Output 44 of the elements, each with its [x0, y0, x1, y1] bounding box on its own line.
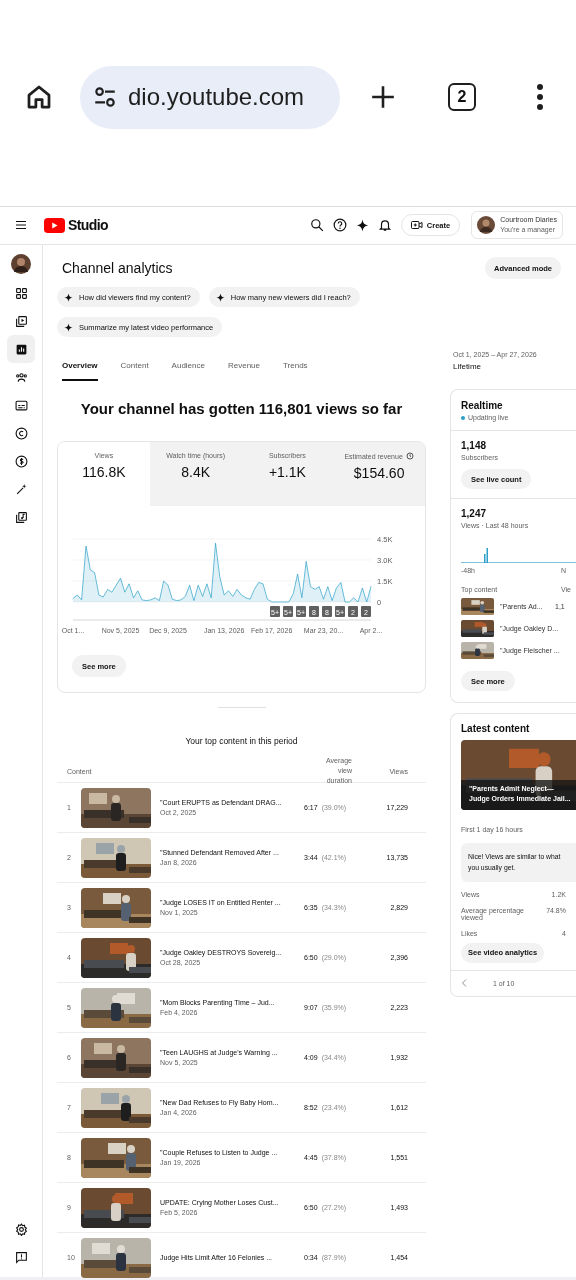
- page-title: Channel analytics: [62, 260, 173, 276]
- tune-icon[interactable]: [92, 84, 118, 110]
- tab-switcher-button[interactable]: 2: [448, 83, 476, 111]
- tab[interactable]: Trends: [283, 348, 308, 381]
- notifications-icon[interactable]: [377, 218, 392, 232]
- logo-icon[interactable]: [44, 217, 65, 233]
- grid-icon: [14, 286, 28, 300]
- feedback-icon: [14, 1250, 28, 1264]
- subscriber-count: 1,148: [461, 440, 488, 451]
- settings-icon: [14, 1222, 28, 1236]
- period-picker[interactable]: Lifetime: [453, 362, 576, 371]
- subtitles-icon: [14, 398, 28, 412]
- more-icon[interactable]: [536, 83, 544, 111]
- search-icon[interactable]: [309, 218, 324, 232]
- headline: Your channel has gotten 116,801 views so far: [79, 400, 404, 417]
- logo-text[interactable]: Studio: [68, 217, 108, 233]
- bar-chart-icon: [14, 342, 28, 356]
- menu-icon[interactable]: [15, 219, 27, 231]
- card-title: Latest content: [461, 723, 531, 734]
- live-dot-icon: [461, 415, 465, 420]
- nav-item[interactable]: [7, 335, 35, 363]
- view-count: 1,247: [461, 508, 488, 519]
- magic-wand-icon: [14, 482, 28, 496]
- video-library-icon: [14, 314, 28, 328]
- section-title: Your top content in this period: [184, 736, 299, 746]
- card-title: Realtime: [461, 400, 504, 411]
- channel-avatar[interactable]: [11, 254, 31, 274]
- help-icon[interactable]: [332, 218, 347, 232]
- copyright-icon: [14, 426, 28, 440]
- add-video-icon: [410, 220, 423, 230]
- sparkle-icon: [355, 218, 369, 232]
- sparkle-icon: [215, 292, 225, 302]
- sparkle-icon: [64, 322, 73, 332]
- sparkle-icon: [64, 292, 73, 302]
- people-icon: [14, 370, 28, 384]
- tab[interactable]: Audience: [171, 348, 205, 381]
- tab[interactable]: Content: [120, 348, 149, 381]
- tab[interactable]: Revenue: [227, 348, 260, 381]
- avatar-icon: [477, 216, 496, 234]
- tab[interactable]: Overview: [62, 348, 98, 381]
- audio-library-icon: [14, 510, 28, 524]
- plus-icon[interactable]: [370, 84, 396, 110]
- address-bar[interactable]: dio.youtube.com: [80, 65, 340, 129]
- dollar-icon: [14, 454, 28, 468]
